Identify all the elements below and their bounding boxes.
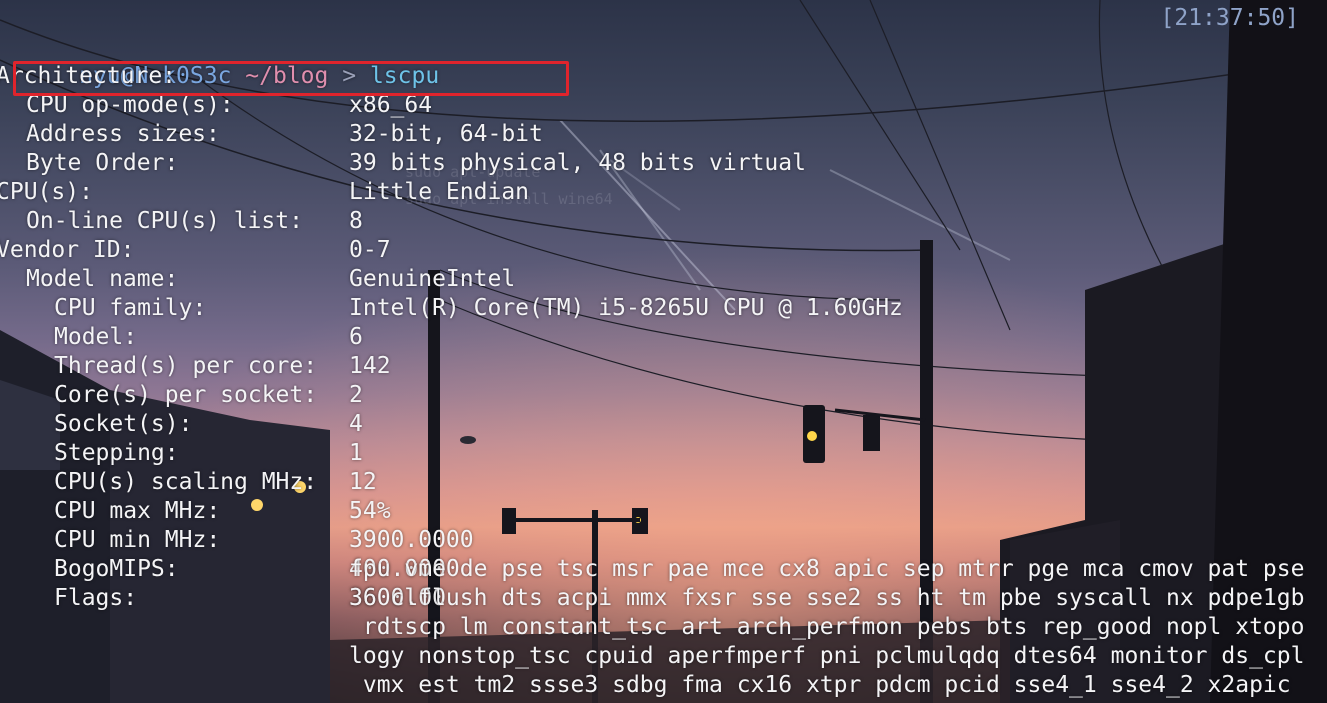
flags-line: logy nonstop_tsc cpuid aperfmperf pni pc… xyxy=(349,643,1305,669)
row-model: Model: 142 xyxy=(0,294,391,379)
row-model-name: Model name: Intel(R) Core(TM) i5-8265U C… xyxy=(0,236,903,321)
row-cores-per-socket: Core(s) per socket: 4 xyxy=(0,352,363,437)
row-value: 4 xyxy=(349,411,363,437)
row-key: CPU family: xyxy=(54,295,207,321)
row-scaling-mhz: CPU(s) scaling MHz: 54% xyxy=(0,439,391,524)
row-value: 2 xyxy=(349,382,363,408)
row-value: 32-bit, 64-bit xyxy=(349,121,543,147)
row-max-mhz: CPU max MHz: 3900.0000 xyxy=(0,468,474,553)
row-value: Intel(R) Core(TM) i5-8265U CPU @ 1.60GHz xyxy=(349,295,903,321)
row-cpus: CPU(s): 8 xyxy=(0,149,363,234)
row-online-cpus: On-line CPU(s) list: 0-7 xyxy=(0,178,391,263)
row-stepping: Stepping: 12 xyxy=(0,410,377,495)
row-value: 39 bits physical, 48 bits virtual xyxy=(349,150,806,176)
row-sockets: Socket(s): 1 xyxy=(0,381,363,466)
prompt-line: nyu@Nek0S3c ~/blog > lscpu xyxy=(0,4,439,89)
row-key: CPU max MHz: xyxy=(54,498,221,524)
row-value: 1 xyxy=(349,440,363,466)
terminal-output: nyu@Nek0S3c ~/blog > lscpu [21:37:50] Ar… xyxy=(0,0,1327,703)
highlight-box-cpu-op-mode xyxy=(13,61,569,96)
row-value: 3900.0000 xyxy=(349,527,474,553)
row-flags: Flags: xyxy=(0,555,137,611)
row-key: Core(s) per socket: xyxy=(54,382,318,408)
row-value: 6 xyxy=(349,324,363,350)
row-key: Stepping: xyxy=(54,440,179,466)
row-architecture: Architecture: x86_64 xyxy=(0,33,432,118)
row-key: On-line CPU(s) list: xyxy=(26,208,303,234)
row-value: 0-7 xyxy=(349,237,391,263)
row-byte-order: Byte Order: Little Endian xyxy=(0,120,529,205)
prompt-clock: [21:37:50] xyxy=(1160,5,1299,31)
row-vendor-id: Vendor ID: GenuineIntel xyxy=(0,207,515,292)
row-value: 12 xyxy=(349,469,377,495)
row-key: CPU min MHz: xyxy=(54,527,221,553)
row-value: 142 xyxy=(349,353,391,379)
row-key: Socket(s): xyxy=(54,411,193,437)
row-value: GenuineIntel xyxy=(349,266,516,292)
row-threads-per-core: Thread(s) per core: 2 xyxy=(0,323,363,408)
flags-line: rdtscp lm constant_tsc art arch_perfmon … xyxy=(349,614,1305,640)
flags-line: vmx est tm2 ssse3 sdbg fma cx16 xtpr pdc… xyxy=(349,672,1291,698)
row-key: Flags: xyxy=(54,585,138,611)
row-min-mhz: CPU min MHz: 400.0000 xyxy=(0,497,460,582)
flags-line: 36 clflush dts acpi mmx fxsr sse sse2 ss… xyxy=(349,585,1305,611)
row-key: Model: xyxy=(54,324,138,350)
row-bogomips: BogoMIPS: 3600.00 xyxy=(0,526,446,611)
row-key: CPU(s) scaling MHz: xyxy=(54,469,318,495)
row-key: Thread(s) per core: xyxy=(54,353,318,379)
row-cpu-family: CPU family: 6 xyxy=(0,265,363,350)
row-value: 54% xyxy=(349,498,391,524)
row-key: BogoMIPS: xyxy=(54,556,179,582)
flags-line: fpu vme de pse tsc msr pae mce cx8 apic … xyxy=(349,556,1305,582)
row-value: Little Endian xyxy=(349,179,530,205)
row-value: 8 xyxy=(349,208,363,234)
